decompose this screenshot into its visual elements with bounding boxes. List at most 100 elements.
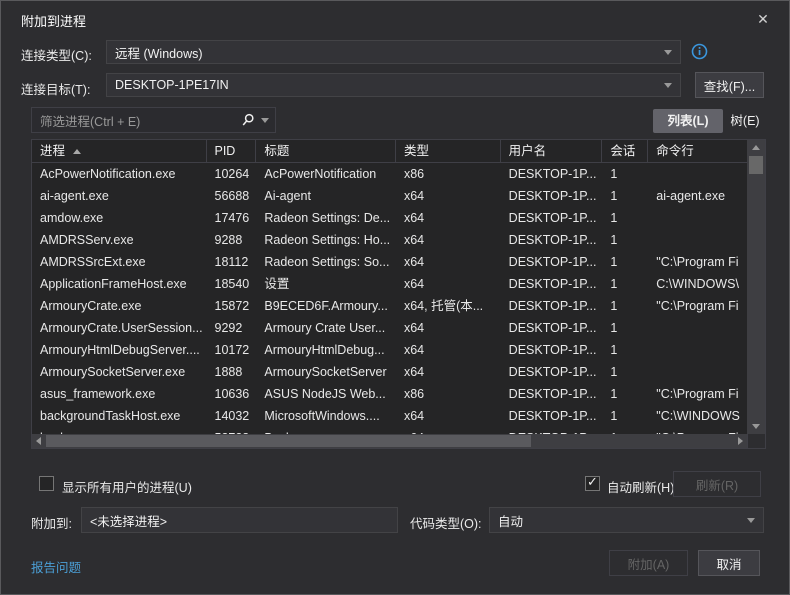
- table-cell: 1: [602, 361, 648, 383]
- code-type-select[interactable]: 自动: [489, 507, 764, 533]
- filter-process-input[interactable]: 筛选进程(Ctrl + E): [31, 107, 276, 133]
- table-row[interactable]: ArmouryHtmlDebugServer....10172ArmouryHt…: [32, 339, 747, 361]
- scroll-left-icon[interactable]: [36, 437, 41, 445]
- column-header-6[interactable]: 命令行: [648, 140, 747, 163]
- table-row[interactable]: ArmouryCrate.UserSession...9292Armoury C…: [32, 317, 747, 339]
- table-cell: x64, 托管(本...: [396, 295, 501, 317]
- column-header-2[interactable]: 标题: [256, 140, 396, 163]
- table-cell: DESKTOP-1P...: [501, 163, 603, 185]
- table-row[interactable]: ArmouryCrate.exe15872B9ECED6F.Armoury...…: [32, 295, 747, 317]
- table-row[interactable]: backgroundTaskHost.exe14032MicrosoftWind…: [32, 405, 747, 427]
- table-row[interactable]: ApplicationFrameHost.exe18540设置x64DESKTO…: [32, 273, 747, 295]
- table-cell: "C:\Program Fi: [648, 251, 747, 273]
- table-cell: ArmourySocketServer.exe: [32, 361, 207, 383]
- table-header: 进程PID标题类型用户名会话命令行: [32, 140, 747, 163]
- table-cell: 9292: [207, 317, 257, 339]
- table-cell: 56688: [207, 185, 257, 207]
- attach-to-label: 附加到:: [31, 513, 72, 532]
- close-icon[interactable]: ✕: [753, 9, 773, 29]
- cancel-button[interactable]: 取消: [698, 550, 760, 576]
- vertical-scrollbar-thumb[interactable]: [749, 156, 763, 174]
- table-cell: DESKTOP-1P...: [501, 405, 603, 427]
- connection-target-value: DESKTOP-1PE17IN: [115, 78, 658, 92]
- table-cell: x64: [396, 361, 501, 383]
- table-cell: backgroundTaskHost.exe: [32, 405, 207, 427]
- table-cell: amdow.exe: [32, 207, 207, 229]
- code-type-value: 自动: [498, 511, 741, 530]
- connection-target-select[interactable]: DESKTOP-1PE17IN: [106, 73, 681, 97]
- table-row[interactable]: AMDRSServ.exe9288Radeon Settings: Ho...x…: [32, 229, 747, 251]
- show-all-users-checkbox[interactable]: [39, 476, 54, 491]
- search-icon[interactable]: [241, 113, 255, 127]
- table-cell: "C:\WINDOWS: [648, 405, 747, 427]
- chevron-down-icon[interactable]: [261, 118, 269, 123]
- table-row[interactable]: AcPowerNotification.exe10264AcPowerNotif…: [32, 163, 747, 185]
- table-cell: ApplicationFrameHost.exe: [32, 273, 207, 295]
- table-cell: ArmouryCrate.UserSession...: [32, 317, 207, 339]
- table-row[interactable]: amdow.exe17476Radeon Settings: De...x64D…: [32, 207, 747, 229]
- dialog-title: 附加到进程: [21, 11, 86, 30]
- table-row[interactable]: AMDRSSrcExt.exe18112Radeon Settings: So.…: [32, 251, 747, 273]
- scrollbar-corner: [747, 434, 765, 448]
- table-cell: AMDRSSrcExt.exe: [32, 251, 207, 273]
- scroll-up-icon[interactable]: [752, 145, 760, 150]
- table-cell: x64: [396, 427, 501, 434]
- table-cell: ArmouryCrate.exe: [32, 295, 207, 317]
- filter-placeholder: 筛选进程(Ctrl + E): [40, 111, 241, 130]
- table-cell: DESKTOP-1P...: [501, 251, 603, 273]
- view-toggle-list[interactable]: 列表(L): [653, 109, 723, 133]
- connection-type-select[interactable]: 远程 (Windows): [106, 40, 681, 64]
- table-cell: x86: [396, 383, 501, 405]
- auto-refresh-label[interactable]: 自动刷新(H): [607, 477, 674, 496]
- refresh-button[interactable]: 刷新(R): [673, 471, 761, 497]
- table-cell: Bash: [256, 427, 396, 434]
- column-header-3[interactable]: 类型: [396, 140, 501, 163]
- table-cell: B9ECED6F.Armoury...: [256, 295, 396, 317]
- table-cell: DESKTOP-1P...: [501, 273, 603, 295]
- table-cell: DESKTOP-1P...: [501, 295, 603, 317]
- horizontal-scrollbar-thumb[interactable]: [46, 435, 531, 447]
- vertical-scrollbar[interactable]: [747, 140, 765, 434]
- column-header-5[interactable]: 会话: [602, 140, 648, 163]
- view-toggle-tree[interactable]: 树(E): [726, 109, 764, 133]
- table-cell: C:\WINDOWS\: [648, 273, 747, 295]
- table-cell: x64: [396, 317, 501, 339]
- table-cell: ArmouryHtmlDebug...: [256, 339, 396, 361]
- table-cell: MicrosoftWindows....: [256, 405, 396, 427]
- table-cell: 1: [602, 229, 648, 251]
- attach-button[interactable]: 附加(A): [609, 550, 688, 576]
- table-cell: x64: [396, 339, 501, 361]
- table-cell: [648, 361, 747, 383]
- table-row[interactable]: asus_framework.exe10636ASUS NodeJS Web..…: [32, 383, 747, 405]
- scroll-right-icon[interactable]: [738, 437, 743, 445]
- scroll-down-icon[interactable]: [752, 424, 760, 429]
- attach-to-input[interactable]: <未选择进程>: [81, 507, 398, 533]
- column-header-0[interactable]: 进程: [32, 140, 207, 163]
- info-icon[interactable]: [691, 43, 708, 60]
- table-cell: AcPowerNotification.exe: [32, 163, 207, 185]
- connection-target-label: 连接目标(T):: [21, 79, 90, 98]
- table-cell: Radeon Settings: So...: [256, 251, 396, 273]
- table-cell: DESKTOP-1P...: [501, 383, 603, 405]
- column-header-4[interactable]: 用户名: [501, 140, 603, 163]
- table-cell: 10636: [207, 383, 257, 405]
- table-cell: 1: [602, 339, 648, 361]
- find-button[interactable]: 查找(F)...: [695, 72, 764, 98]
- table-row[interactable]: ArmourySocketServer.exe1888ArmourySocket…: [32, 361, 747, 383]
- connection-type-value: 远程 (Windows): [115, 43, 658, 62]
- sort-ascending-icon: [73, 149, 81, 154]
- table-cell: 1: [602, 185, 648, 207]
- table-row[interactable]: bash.exe53728Bashx64DESKTOP-1P...1"C:\Pr…: [32, 427, 747, 434]
- table-cell: Radeon Settings: Ho...: [256, 229, 396, 251]
- table-cell: Radeon Settings: De...: [256, 207, 396, 229]
- table-row[interactable]: ai-agent.exe56688Ai-agentx64DESKTOP-1P..…: [32, 185, 747, 207]
- table-cell: ai-agent.exe: [32, 185, 207, 207]
- column-header-1[interactable]: PID: [207, 140, 257, 163]
- chevron-down-icon: [747, 518, 755, 523]
- table-cell: DESKTOP-1P...: [501, 427, 603, 434]
- report-problem-link[interactable]: 报告问题: [31, 557, 81, 576]
- show-all-users-label[interactable]: 显示所有用户的进程(U): [62, 477, 192, 496]
- table-cell: 1: [602, 295, 648, 317]
- horizontal-scrollbar[interactable]: [32, 434, 747, 448]
- auto-refresh-checkbox[interactable]: [585, 476, 600, 491]
